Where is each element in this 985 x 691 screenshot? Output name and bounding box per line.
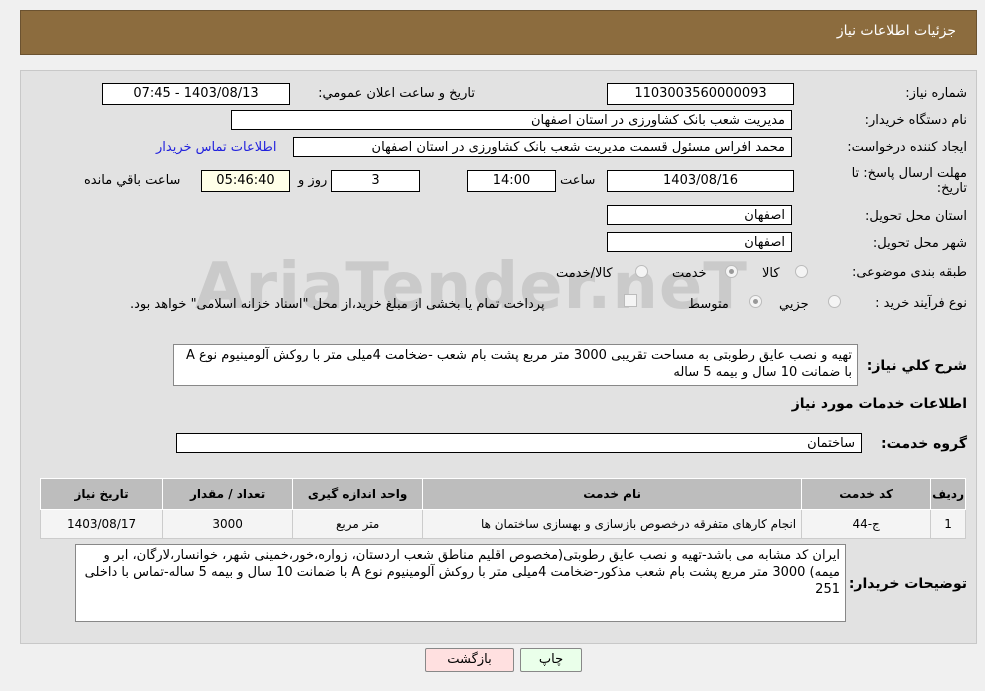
buyer-notes-textarea[interactable]: ایران کد مشابه می باشد-تهیه و نصب عایق ر…: [75, 544, 846, 622]
service-group-label: گروه خدمت:: [881, 436, 967, 452]
column-header: تاریخ نیاز: [39, 478, 164, 510]
description-label: شرح کلي نیاز:: [866, 358, 967, 374]
services-table: ردیف کد خدمت نام خدمت واحد اندازه گیری ت…: [39, 478, 966, 539]
days-label: روز و: [298, 173, 328, 188]
cell-row-number: 1: [930, 509, 966, 539]
process-radio-minor[interactable]: [828, 295, 841, 308]
creator-label: ایجاد کننده درخواست:: [847, 140, 967, 155]
table-header-row: ردیف کد خدمت نام خدمت واحد اندازه گیری ت…: [39, 478, 966, 510]
cell-service-name: انجام کارهای متفرقه درخصوص بازسازی و بهس…: [422, 509, 803, 539]
announce-field: 1403/08/13 - 07:45: [102, 83, 290, 105]
column-header: تعداد / مقدار: [162, 478, 294, 510]
days-field: 3: [331, 170, 420, 192]
page-header: جزئیات اطلاعات نیاز: [20, 10, 977, 55]
deadline-label: مهلت ارسال پاسخ: تا تاریخ:: [851, 166, 967, 196]
column-header: نام خدمت: [422, 478, 803, 510]
announce-label: تاریخ و ساعت اعلان عمومي:: [318, 86, 475, 101]
creator-field: محمد افراس مسئول قسمت مدیریت شعب بانک کش…: [293, 137, 792, 157]
need-number-label: شماره نیاز:: [905, 86, 967, 101]
province-field: اصفهان: [607, 205, 792, 225]
deadline-time-field: 14:00: [467, 170, 556, 192]
process-option-minor: جزيي: [779, 297, 809, 312]
deadline-date-field: 1403/08/16: [607, 170, 794, 192]
services-section-title: اطلاعات خدمات مورد نیاز: [791, 396, 967, 412]
service-group-field: ساختمان: [176, 433, 862, 453]
buyer-label: نام دستگاه خریدار:: [864, 113, 967, 128]
process-label: نوع فرآیند خرید :: [875, 296, 967, 311]
buyer-contact-link[interactable]: اطلاعات تماس خریدار: [156, 140, 276, 155]
category-option-service: خدمت: [672, 266, 707, 281]
description-textarea[interactable]: تهیه و نصب عایق رطوبتی به مساحت تقریبی 3…: [173, 344, 858, 386]
remaining-label: ساعت باقي مانده: [84, 173, 181, 188]
page-title: جزئیات اطلاعات نیاز: [836, 23, 956, 39]
column-header: ردیف: [930, 478, 966, 510]
process-radio-medium[interactable]: [749, 295, 762, 308]
category-radio-both[interactable]: [635, 265, 648, 278]
back-button[interactable]: بازگشت: [425, 648, 514, 672]
buyer-notes-label: توضیحات خریدار:: [848, 576, 967, 592]
print-button[interactable]: چاپ: [520, 648, 582, 672]
watermark-logo: AriaTender.neT: [195, 250, 748, 324]
category-radio-goods[interactable]: [795, 265, 808, 278]
treasury-payment-checkbox[interactable]: [624, 294, 637, 307]
process-option-medium: متوسط: [688, 297, 729, 312]
table-row: 1 ج-44 انجام کارهای متفرقه درخصوص بازساز…: [39, 509, 966, 539]
cell-service-code: ج-44: [801, 509, 932, 539]
category-option-goods: کالا: [762, 266, 780, 281]
city-field: اصفهان: [607, 232, 792, 252]
city-label: شهر محل تحویل:: [872, 236, 967, 251]
cell-quantity: 3000: [162, 509, 294, 539]
column-header: کد خدمت: [801, 478, 932, 510]
column-header: واحد اندازه گیری: [292, 478, 424, 510]
remaining-time-field: 05:46:40: [201, 170, 290, 192]
cell-need-date: 1403/08/17: [39, 509, 164, 539]
province-label: استان محل تحویل:: [865, 209, 967, 224]
cell-unit: متر مربع: [292, 509, 424, 539]
buyer-field: مدیریت شعب بانک کشاورزی در استان اصفهان: [231, 110, 792, 130]
payment-note: پرداخت تمام یا بخشی از مبلغ خرید،از محل …: [130, 297, 545, 312]
category-option-both: کالا/خدمت: [556, 266, 613, 281]
deadline-time-label: ساعت: [560, 173, 596, 188]
need-number-field: 1103003560000093: [607, 83, 794, 105]
category-radio-service[interactable]: [725, 265, 738, 278]
category-label: طبقه بندی موضوعی:: [851, 265, 967, 280]
